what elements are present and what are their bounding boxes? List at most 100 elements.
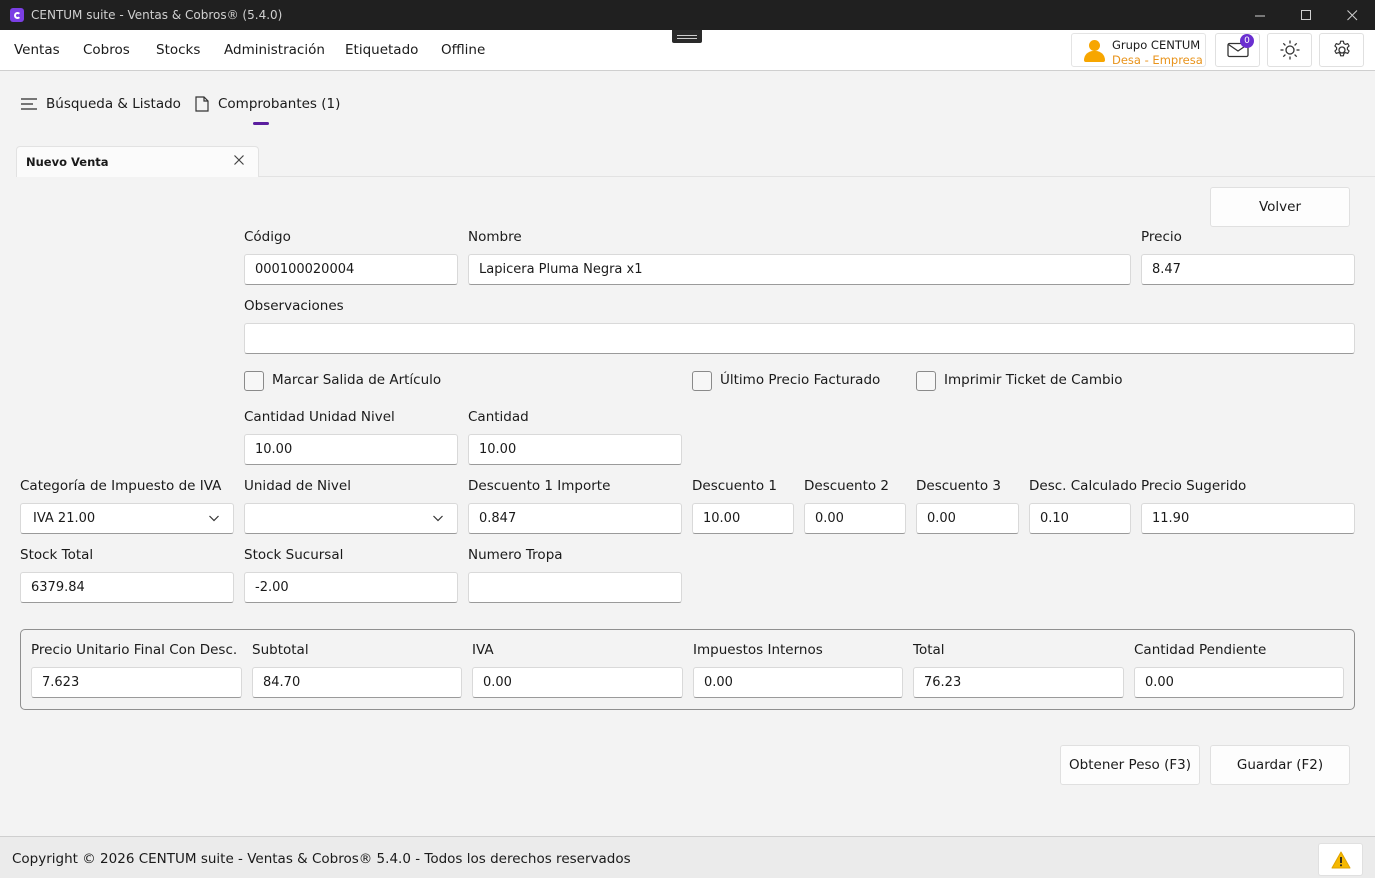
precio-sugerido-field[interactable]: 11.90 — [1141, 503, 1355, 534]
observaciones-label: Observaciones — [244, 298, 344, 314]
cantidad-label: Cantidad — [468, 409, 529, 425]
settings-button[interactable] — [1319, 33, 1364, 67]
iva-label: IVA — [472, 642, 494, 658]
cantidad-unidad-nivel-label: Cantidad Unidad Nivel — [244, 409, 395, 425]
document-tab-nuevo-venta[interactable]: Nuevo Venta — [16, 146, 259, 177]
user-company-selector[interactable]: Grupo CENTUM Desa - Empresa — [1071, 33, 1206, 67]
total-field[interactable]: 76.23 — [913, 667, 1124, 698]
descuento1-importe-field[interactable]: 0.847 — [468, 503, 682, 534]
drag-handle-icon[interactable] — [672, 30, 702, 43]
impuestos-internos-label: Impuestos Internos — [693, 642, 823, 658]
maximize-icon — [1300, 9, 1311, 20]
desc-calculado-label: Desc. Calculado — [1029, 478, 1138, 494]
precio-field[interactable]: 8.47 — [1141, 254, 1355, 285]
gear-icon — [1333, 40, 1350, 57]
cantidad-pendiente-label: Cantidad Pendiente — [1134, 642, 1267, 658]
tab-busqueda-listado[interactable]: Búsqueda & Listado — [21, 96, 181, 112]
nombre-field[interactable]: Lapicera Pluma Negra x1 — [468, 254, 1131, 285]
numero-tropa-label: Numero Tropa — [468, 547, 563, 563]
stock-sucursal-field[interactable]: -2.00 — [244, 572, 458, 603]
user-group-name: Grupo CENTUM — [1112, 38, 1201, 52]
tab-comprobantes[interactable]: Comprobantes (1) — [195, 96, 340, 112]
nombre-label: Nombre — [468, 229, 522, 245]
descuento3-label: Descuento 3 — [916, 478, 1002, 494]
categoria-iva-value: IVA 21.00 — [33, 511, 96, 526]
document-tab-label: Nuevo Venta — [26, 155, 109, 169]
close-tab-button[interactable] — [234, 154, 244, 169]
imprimir-ticket-label: Imprimir Ticket de Cambio — [944, 372, 1123, 388]
categoria-iva-label: Categoría de Impuesto de IVA — [20, 478, 222, 494]
window-controls — [1237, 0, 1375, 30]
stock-total-field[interactable]: 6379.84 — [20, 572, 234, 603]
close-icon — [1346, 9, 1357, 20]
guardar-button[interactable]: Guardar (F2) — [1210, 745, 1350, 785]
tab-busqueda-label: Búsqueda & Listado — [46, 96, 181, 112]
chevron-down-icon — [209, 515, 219, 522]
descuento3-field[interactable]: 0.00 — [916, 503, 1019, 534]
unidad-nivel-label: Unidad de Nivel — [244, 478, 351, 494]
mail-count-badge: 0 — [1240, 34, 1254, 48]
precio-sugerido-label: Precio Sugerido — [1141, 478, 1247, 494]
messages-button[interactable]: 0 — [1215, 33, 1260, 67]
precio-unitario-final-label: Precio Unitario Final Con Desc. — [31, 642, 238, 658]
desc-calculado-field[interactable]: 0.10 — [1029, 503, 1131, 534]
descuento1-importe-label: Descuento 1 Importe — [468, 478, 611, 494]
minimize-icon — [1254, 15, 1265, 16]
stock-total-label: Stock Total — [20, 547, 94, 563]
cantidad-field[interactable]: 10.00 — [468, 434, 682, 465]
ultimo-precio-label: Último Precio Facturado — [720, 372, 881, 388]
menu-offline[interactable]: Offline — [441, 42, 485, 58]
codigo-field[interactable]: 000100020004 — [244, 254, 458, 285]
user-avatar-icon — [1084, 40, 1105, 62]
app-logo-icon — [10, 8, 24, 22]
descuento1-label: Descuento 1 — [692, 478, 778, 494]
user-company-name: Desa - Empresa — [1112, 53, 1203, 67]
subtotal-field[interactable]: 84.70 — [252, 667, 462, 698]
cantidad-unidad-nivel-field[interactable]: 10.00 — [244, 434, 458, 465]
iva-field[interactable]: 0.00 — [472, 667, 683, 698]
precio-unitario-final-field[interactable]: 7.623 — [31, 667, 242, 698]
marcar-salida-checkbox[interactable] — [244, 371, 264, 391]
status-bar: Copyright © 2026 CENTUM suite - Ventas &… — [0, 836, 1375, 878]
minimize-button[interactable] — [1237, 0, 1283, 30]
active-tab-indicator — [253, 122, 269, 125]
imprimir-ticket-checkbox[interactable] — [916, 371, 936, 391]
codigo-label: Código — [244, 229, 291, 245]
cantidad-pendiente-field[interactable]: 0.00 — [1134, 667, 1344, 698]
document-icon — [195, 96, 209, 112]
list-icon — [21, 98, 37, 110]
marcar-salida-label: Marcar Salida de Artículo — [272, 372, 442, 388]
warnings-button[interactable] — [1318, 843, 1363, 876]
menu-cobros[interactable]: Cobros — [83, 42, 130, 58]
total-label: Total — [913, 642, 945, 658]
descuento2-field[interactable]: 0.00 — [804, 503, 906, 534]
ultimo-precio-checkbox[interactable] — [692, 371, 712, 391]
maximize-button[interactable] — [1283, 0, 1329, 30]
menu-etiquetado[interactable]: Etiquetado — [345, 42, 418, 58]
warning-icon — [1331, 851, 1350, 868]
chevron-down-icon — [433, 515, 443, 522]
theme-toggle-button[interactable] — [1267, 33, 1312, 67]
subtotal-label: Subtotal — [252, 642, 309, 658]
menu-ventas[interactable]: Ventas — [14, 42, 60, 58]
numero-tropa-field[interactable] — [468, 572, 682, 603]
unidad-nivel-select[interactable] — [244, 503, 458, 534]
menu-administracion[interactable]: Administración — [224, 42, 325, 58]
descuento2-label: Descuento 2 — [804, 478, 890, 494]
window-title: CENTUM suite - Ventas & Cobros® (5.4.0) — [31, 8, 283, 22]
close-window-button[interactable] — [1329, 0, 1375, 30]
categoria-iva-select[interactable]: IVA 21.00 — [20, 503, 234, 534]
sun-icon — [1280, 40, 1299, 60]
copyright-text: Copyright © 2026 CENTUM suite - Ventas &… — [12, 851, 631, 867]
impuestos-internos-field[interactable]: 0.00 — [693, 667, 903, 698]
stock-sucursal-label: Stock Sucursal — [244, 547, 344, 563]
precio-label: Precio — [1141, 229, 1182, 245]
observaciones-field[interactable] — [244, 323, 1355, 354]
title-bar: CENTUM suite - Ventas & Cobros® (5.4.0) — [0, 0, 1375, 30]
descuento1-field[interactable]: 10.00 — [692, 503, 794, 534]
tab-divider — [259, 176, 1375, 177]
volver-button[interactable]: Volver — [1210, 187, 1350, 227]
obtener-peso-button[interactable]: Obtener Peso (F3) — [1060, 745, 1200, 785]
menu-stocks[interactable]: Stocks — [156, 42, 200, 58]
tab-comprobantes-label: Comprobantes (1) — [218, 96, 341, 112]
